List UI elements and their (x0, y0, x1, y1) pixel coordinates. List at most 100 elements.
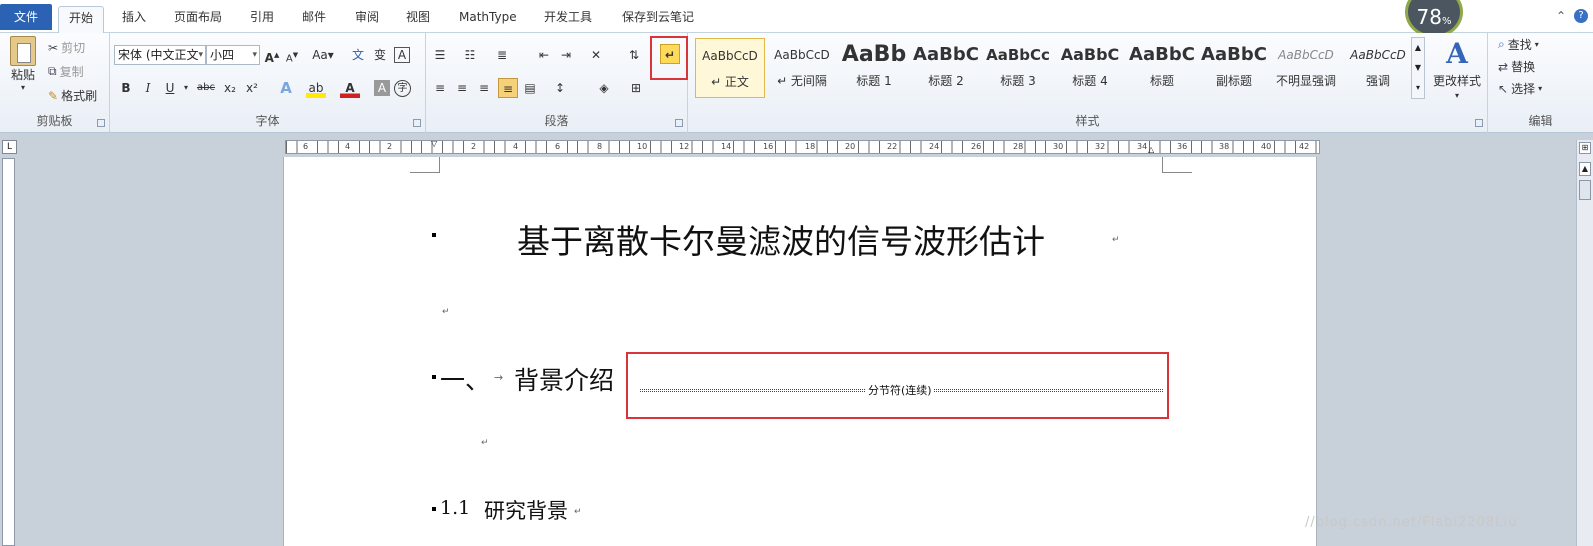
tab-page-layout[interactable]: 页面布局 (164, 6, 232, 33)
scroll-thumb[interactable] (1579, 180, 1591, 200)
view-ruler-icon[interactable]: ⊞ (1579, 142, 1591, 154)
font-color-icon[interactable]: A (340, 78, 360, 98)
paragraph-group: ☰ ☷ ≣ ⇤ ⇥ ✕ ⇅ ↵ ≡ ≡ ≡ ≡ ▤ ↕ ◈ ⊞ 段落 (426, 33, 688, 133)
clipboard-launcher-icon[interactable] (97, 119, 105, 127)
cut-button[interactable]: ✂ 剪切 (48, 39, 85, 56)
chinese-layout-icon[interactable]: ✕ (586, 45, 606, 65)
replace-button[interactable]: ⇄ 替换 (1498, 58, 1535, 75)
paragraph-mark: ↵ (481, 438, 489, 448)
font-launcher-icon[interactable] (413, 119, 421, 127)
character-border-icon[interactable]: 变 (370, 45, 390, 65)
align-center-icon[interactable]: ≡ (452, 78, 472, 98)
pinyin-guide-icon[interactable]: 文 (348, 45, 368, 65)
change-case-button[interactable]: Aa▾ (310, 45, 336, 65)
paragraph-launcher-icon[interactable] (675, 119, 683, 127)
style-normal[interactable]: AaBbCcD ↵ 正文 (695, 38, 765, 98)
ruler-number: 42 (1298, 141, 1311, 153)
multilevel-list-icon[interactable]: ≣ (492, 45, 512, 65)
copy-button[interactable]: ⧉ 复制 (48, 63, 84, 80)
paste-button[interactable]: 粘贴 ▾ (6, 36, 40, 92)
indent-marker-icon[interactable]: ▽ (431, 139, 437, 148)
find-button[interactable]: ⌕ 查找 ▾ (1498, 36, 1539, 53)
italic-button[interactable]: I (138, 78, 158, 98)
tab-review[interactable]: 审阅 (345, 6, 389, 33)
style-heading-2[interactable]: AaBbC 标题 2 (911, 38, 981, 98)
tab-developer[interactable]: 开发工具 (534, 6, 602, 33)
highlight-icon[interactable]: ab (306, 78, 326, 98)
tab-mailings[interactable]: 邮件 (292, 6, 336, 33)
justify-icon[interactable]: ≡ (498, 78, 518, 98)
format-painter-label: 格式刷 (61, 89, 98, 103)
style-subtitle[interactable]: AaBbC 副标题 (1199, 38, 1269, 98)
bullets-icon[interactable]: ☰ (430, 45, 450, 65)
style-heading-3[interactable]: AaBbCc 标题 3 (983, 38, 1053, 98)
ruler-number: 8 (596, 141, 604, 153)
ruler-number: 12 (678, 141, 691, 153)
style-heading-4[interactable]: AaBbC 标题 4 (1055, 38, 1125, 98)
help-icon[interactable]: ? (1574, 9, 1588, 23)
copy-label: 复制 (59, 65, 84, 79)
char-shading-icon[interactable]: A (374, 80, 390, 96)
tab-view[interactable]: 视图 (396, 6, 440, 33)
vertical-ruler[interactable] (2, 158, 15, 546)
font-name-combo[interactable]: 宋体 (中文正文 (114, 45, 206, 65)
align-right-icon[interactable]: ≡ (474, 78, 494, 98)
styles-launcher-icon[interactable] (1475, 119, 1483, 127)
style-title[interactable]: AaBbC 标题 (1127, 38, 1197, 98)
line-spacing-icon[interactable]: ↕ (550, 78, 570, 98)
style-no-spacing[interactable]: AaBbCcD ↵ 无间隔 (767, 38, 837, 98)
cut-label: 剪切 (61, 41, 86, 55)
borders-icon[interactable]: ⊞ (626, 78, 646, 98)
shrink-font-button[interactable]: A▼ (282, 45, 302, 65)
tab-home[interactable]: 开始 (58, 6, 105, 33)
style-preview: AaBbCcD (1350, 48, 1406, 62)
scroll-up-icon[interactable]: ▲ (1579, 162, 1591, 176)
text-effects-icon[interactable]: A (276, 78, 296, 98)
copy-icon: ⧉ (48, 64, 57, 78)
document-page[interactable]: 基于离散卡尔曼滤波的信号波形估计 ↵ ↵ 一、 → 背景介绍 ↵ 1.1 研究背… (283, 157, 1317, 546)
change-styles-icon: A (1446, 37, 1468, 70)
ribbon-collapse-icon[interactable]: ⌃ (1556, 9, 1566, 23)
superscript-button[interactable]: x² (242, 78, 262, 98)
underline-dropdown-icon[interactable]: ▾ (176, 78, 196, 98)
format-painter-button[interactable]: ✎ 格式刷 (48, 87, 97, 104)
right-indent-marker-icon[interactable]: △ (1148, 145, 1154, 154)
decrease-indent-icon[interactable]: ⇤ (534, 45, 554, 65)
style-name: ↵ 正文 (711, 75, 749, 89)
subscript-button[interactable]: x₂ (220, 78, 240, 98)
heading-1: 背景介绍 (514, 366, 615, 395)
sort-icon[interactable]: ⇅ (624, 45, 644, 65)
style-heading-1[interactable]: AaBb 标题 1 (839, 38, 909, 98)
brush-icon: ✎ (48, 88, 59, 103)
tab-selector-icon[interactable]: L (2, 140, 17, 154)
ruler-number: 26 (970, 141, 983, 153)
style-name: ↵ 无间隔 (777, 74, 827, 88)
tab-save-to-cloud-note[interactable]: 保存到云笔记 (612, 6, 704, 33)
numbering-icon[interactable]: ☷ (460, 45, 480, 65)
tab-references[interactable]: 引用 (240, 6, 284, 33)
tab-mathtype[interactable]: MathType (449, 6, 527, 33)
select-button[interactable]: ↖ 选择 ▾ (1498, 80, 1542, 97)
horizontal-ruler[interactable]: 6 4 2 2 4 6 8 10 12 14 16 18 20 22 24 26… (285, 139, 1320, 154)
style-preview: AaBbCcD (1278, 48, 1334, 62)
section-break-label: 分节符(连续) (866, 382, 934, 398)
ruler-number: 36 (1176, 141, 1189, 153)
change-styles-button[interactable]: A 更改样式 ▾ (1427, 37, 1487, 100)
tab-file[interactable]: 文件 (0, 4, 52, 30)
distributed-icon[interactable]: ▤ (520, 78, 540, 98)
strikethrough-button[interactable]: abc (194, 78, 218, 98)
grow-font-button[interactable]: A▲ (262, 45, 282, 65)
enclose-char-icon[interactable]: A (394, 47, 410, 63)
styles-scroll[interactable]: ▲ ▼ ▾ (1411, 37, 1425, 99)
enclose-characters-icon[interactable]: 字 (394, 80, 411, 97)
bold-button[interactable]: B (116, 78, 136, 98)
tab-insert[interactable]: 插入 (112, 6, 156, 33)
increase-indent-icon[interactable]: ⇥ (556, 45, 576, 65)
style-subtle-emphasis[interactable]: AaBbCcD 不明显强调 (1271, 38, 1341, 98)
paragraph-mark: ↵ (1112, 235, 1120, 245)
vertical-scrollbar[interactable]: ⊞ ▲ (1576, 140, 1593, 546)
font-size-combo[interactable]: 小四 (206, 45, 260, 65)
style-emphasis[interactable]: AaBbCcD 强调 (1343, 38, 1413, 98)
align-left-icon[interactable]: ≡ (430, 78, 450, 98)
shading-icon[interactable]: ◈ (594, 78, 614, 98)
